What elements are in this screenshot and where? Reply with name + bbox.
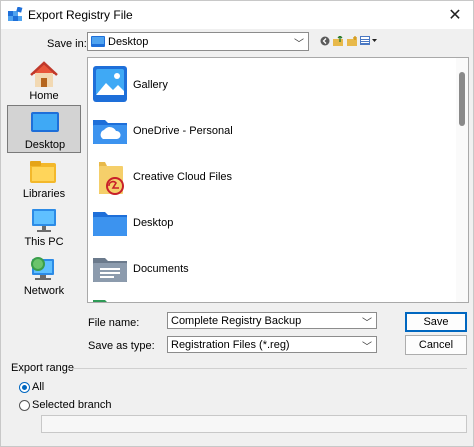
list-item-documents[interactable]: Documents <box>88 246 448 292</box>
close-button[interactable]: ✕ <box>443 3 467 27</box>
save-as-type-value: Registration Files (*.reg) <box>171 339 290 351</box>
export-registry-dialog: Export Registry File ✕ Save in: Desktop … <box>0 0 474 447</box>
file-name: Desktop <box>133 217 174 229</box>
file-name-input[interactable]: Complete Registry Backup ﹀ <box>167 312 377 329</box>
save-in-value: Desktop <box>108 36 149 48</box>
file-name: Documents <box>133 263 189 275</box>
save-as-type-label: Save as type: <box>88 340 155 352</box>
save-in-dropdown[interactable]: Desktop ﹀ <box>87 32 309 51</box>
onedrive-folder-icon <box>93 120 127 144</box>
back-button[interactable] <box>319 34 331 48</box>
vertical-scrollbar[interactable] <box>456 58 468 302</box>
view-menu-button[interactable] <box>359 34 379 48</box>
place-this-pc[interactable]: This PC <box>7 203 81 251</box>
chevron-down-icon: ﹀ <box>294 39 304 50</box>
file-name: Gallery <box>133 79 168 91</box>
selected-branch-input[interactable] <box>41 415 467 433</box>
radio-selected-branch[interactable] <box>19 400 30 411</box>
group-divider <box>67 368 467 369</box>
gallery-icon <box>93 66 127 102</box>
radio-all[interactable] <box>19 382 30 393</box>
radio-selected-branch-label: Selected branch <box>32 399 112 411</box>
desktop-folder-icon <box>93 212 127 236</box>
title-bar: Export Registry File ✕ <box>1 1 473 29</box>
up-folder-button[interactable] <box>332 34 344 48</box>
save-button[interactable]: Save <box>405 312 467 332</box>
chevron-down-icon: ﹀ <box>362 318 372 329</box>
new-folder-button[interactable] <box>346 34 358 48</box>
list-item-desktop[interactable]: Desktop <box>88 200 448 246</box>
place-desktop[interactable]: Desktop <box>7 105 81 153</box>
file-name: Creative Cloud Files <box>133 171 233 183</box>
new-folder-icon <box>346 35 357 46</box>
home-icon <box>30 61 58 87</box>
place-home[interactable]: Home <box>7 57 81 105</box>
place-label: Network <box>23 285 65 297</box>
chevron-down-icon: ﹀ <box>362 342 372 353</box>
scrollbar-thumb[interactable] <box>459 72 465 126</box>
export-range-title: Export range <box>11 362 74 374</box>
window-title: Export Registry File <box>28 8 133 22</box>
creative-cloud-folder-icon <box>99 162 124 195</box>
list-item-onedrive[interactable]: OneDrive - Personal <box>88 108 448 154</box>
file-name-label: File name: <box>88 317 140 329</box>
file-list[interactable]: Gallery OneDrive - Personal Creative Clo… <box>87 57 469 303</box>
desktop-small-icon <box>91 36 105 47</box>
desktop-icon <box>31 112 59 132</box>
file-name: OneDrive - Personal <box>133 125 233 137</box>
network-icon <box>31 257 54 280</box>
close-icon: ✕ <box>448 7 462 24</box>
file-name-value: Complete Registry Backup <box>171 315 302 327</box>
view-menu-icon <box>360 36 377 45</box>
list-item-gallery[interactable]: Gallery <box>88 62 448 108</box>
save-in-label: Save in: <box>47 38 87 50</box>
radio-all-label: All <box>32 381 45 393</box>
folder-icon <box>93 300 107 302</box>
up-folder-icon <box>332 35 343 46</box>
place-network[interactable]: Network <box>7 252 81 300</box>
place-label: Desktop <box>24 139 66 151</box>
documents-folder-icon <box>93 258 127 282</box>
this-pc-icon <box>32 209 56 232</box>
back-icon <box>320 36 330 46</box>
list-item-partial[interactable] <box>88 292 448 302</box>
places-bar: Home Desktop Libraries This PC Network <box>7 57 81 303</box>
save-as-type-dropdown[interactable]: Registration Files (*.reg) ﹀ <box>167 336 377 353</box>
registry-editor-icon <box>8 7 23 21</box>
libraries-icon <box>30 161 56 183</box>
place-label: Libraries <box>22 188 66 200</box>
place-label: Home <box>29 90 59 102</box>
list-item-creative-cloud[interactable]: Creative Cloud Files <box>88 154 448 200</box>
place-libraries[interactable]: Libraries <box>7 155 81 203</box>
cancel-button[interactable]: Cancel <box>405 335 467 355</box>
place-label: This PC <box>24 236 64 248</box>
